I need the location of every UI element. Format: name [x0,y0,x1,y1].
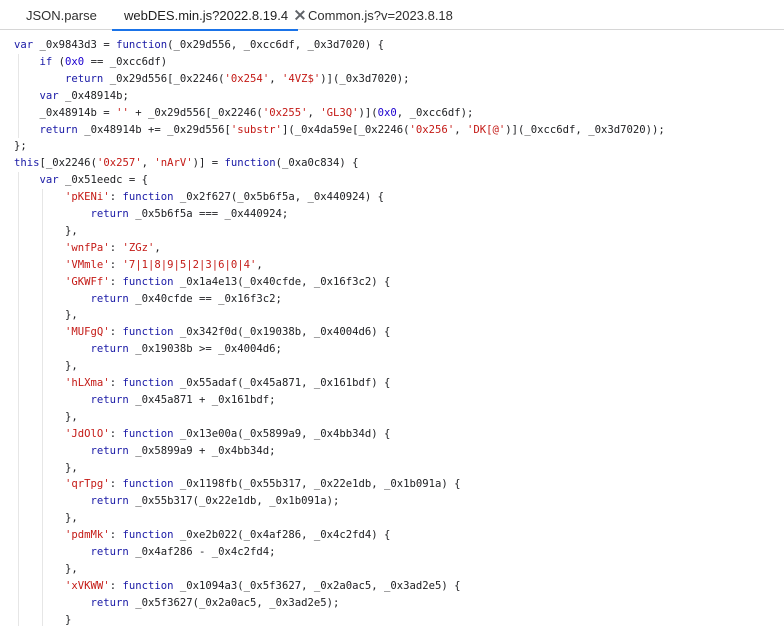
code-line: }, [14,562,78,575]
editor-tab-bar: JSON.parse webDES.min.js?2022.8.19.4 Com… [0,0,784,31]
code-line: 'pdmMk': function _0xe2b022(_0x4af286, _… [65,529,391,542]
code-line: 'xVKWW': function _0x1094a3(_0x5f3627, _… [65,579,461,592]
code-line: return _0x48914b += _0x29d556['substr'](… [39,123,665,136]
code-line: _0x48914b = '' + _0x29d556[_0x2246('0x25… [39,106,474,119]
code-line: var _0x9843d3 = function(_0x29d556, _0xc… [14,39,385,51]
tab-label: webDES.min.js?2022.8.19.4 [124,7,289,23]
code-line: }, [14,360,78,373]
code-line: return _0x29d556[_0x2246('0x254', '4VZ$'… [65,72,410,85]
tab-common-js[interactable]: Common.js?v=2023.8.18 [298,0,468,30]
code-line: var _0x51eedc = { [39,174,148,187]
code-line: 'MUFgQ': function _0x342f0d(_0x19038b, _… [65,326,391,339]
code-line: return _0x5899a9 + _0x4bb34d; [90,444,276,457]
code-line: return _0x40cfde == _0x16f3c2; [90,292,282,305]
code-line: return _0x45a871 + _0x161bdf; [90,393,276,406]
code-line: 'wnfPa': 'ZGz', [65,241,161,254]
code-line: if (0x0 == _0xcc6df) [39,55,168,68]
code-line: 'JdOlO': function _0x13e00a(_0x5899a9, _… [65,427,391,440]
tab-webdes-min-js[interactable]: webDES.min.js?2022.8.19.4 [112,0,298,31]
code-editor[interactable]: var _0x9843d3 = function(_0x29d556, _0xc… [0,30,784,626]
code-line: var _0x48914b; [39,89,129,102]
tab-label: JSON.parse [26,7,97,23]
code-line: }, [14,410,78,423]
code-line: return _0x5b6f5a === _0x440924; [90,208,289,220]
code-line: 'pKENi': function _0x2f627(_0x5b6f5a, _0… [65,191,385,204]
code-line: return _0x55b317(_0x22e1db, _0x1b091a); [90,495,340,508]
tab-json-parse[interactable]: JSON.parse [14,0,112,30]
tab-label: Common.js?v=2023.8.18 [308,7,453,23]
code-line: } [14,613,72,626]
code-line: }; [14,140,27,153]
code-line: 'qrTpg': function _0x1198fb(_0x55b317, _… [65,478,461,491]
code-line: 'GKWFf': function _0x1a4e13(_0x40cfde, _… [65,275,391,288]
code-line: this[_0x2246('0x257', 'nArV')] = functio… [14,157,359,170]
code-line: }, [14,309,78,322]
code-line: }, [14,224,78,237]
code-line: }, [14,512,78,525]
editor-scrollbar[interactable] [776,30,784,626]
code-line: 'hLXma': function _0x55adaf(_0x45a871, _… [65,377,391,389]
code-line: 'VMmle': '7|1|8|9|5|2|3|6|0|4', [65,258,263,271]
code-line: }, [14,461,78,474]
code-line: return _0x5f3627(_0x2a0ac5, _0x3ad2e5); [90,596,340,609]
code-line: return _0x4af286 - _0x4c2fd4; [90,546,276,558]
code-line: return _0x19038b >= _0x4004d6; [90,343,282,356]
